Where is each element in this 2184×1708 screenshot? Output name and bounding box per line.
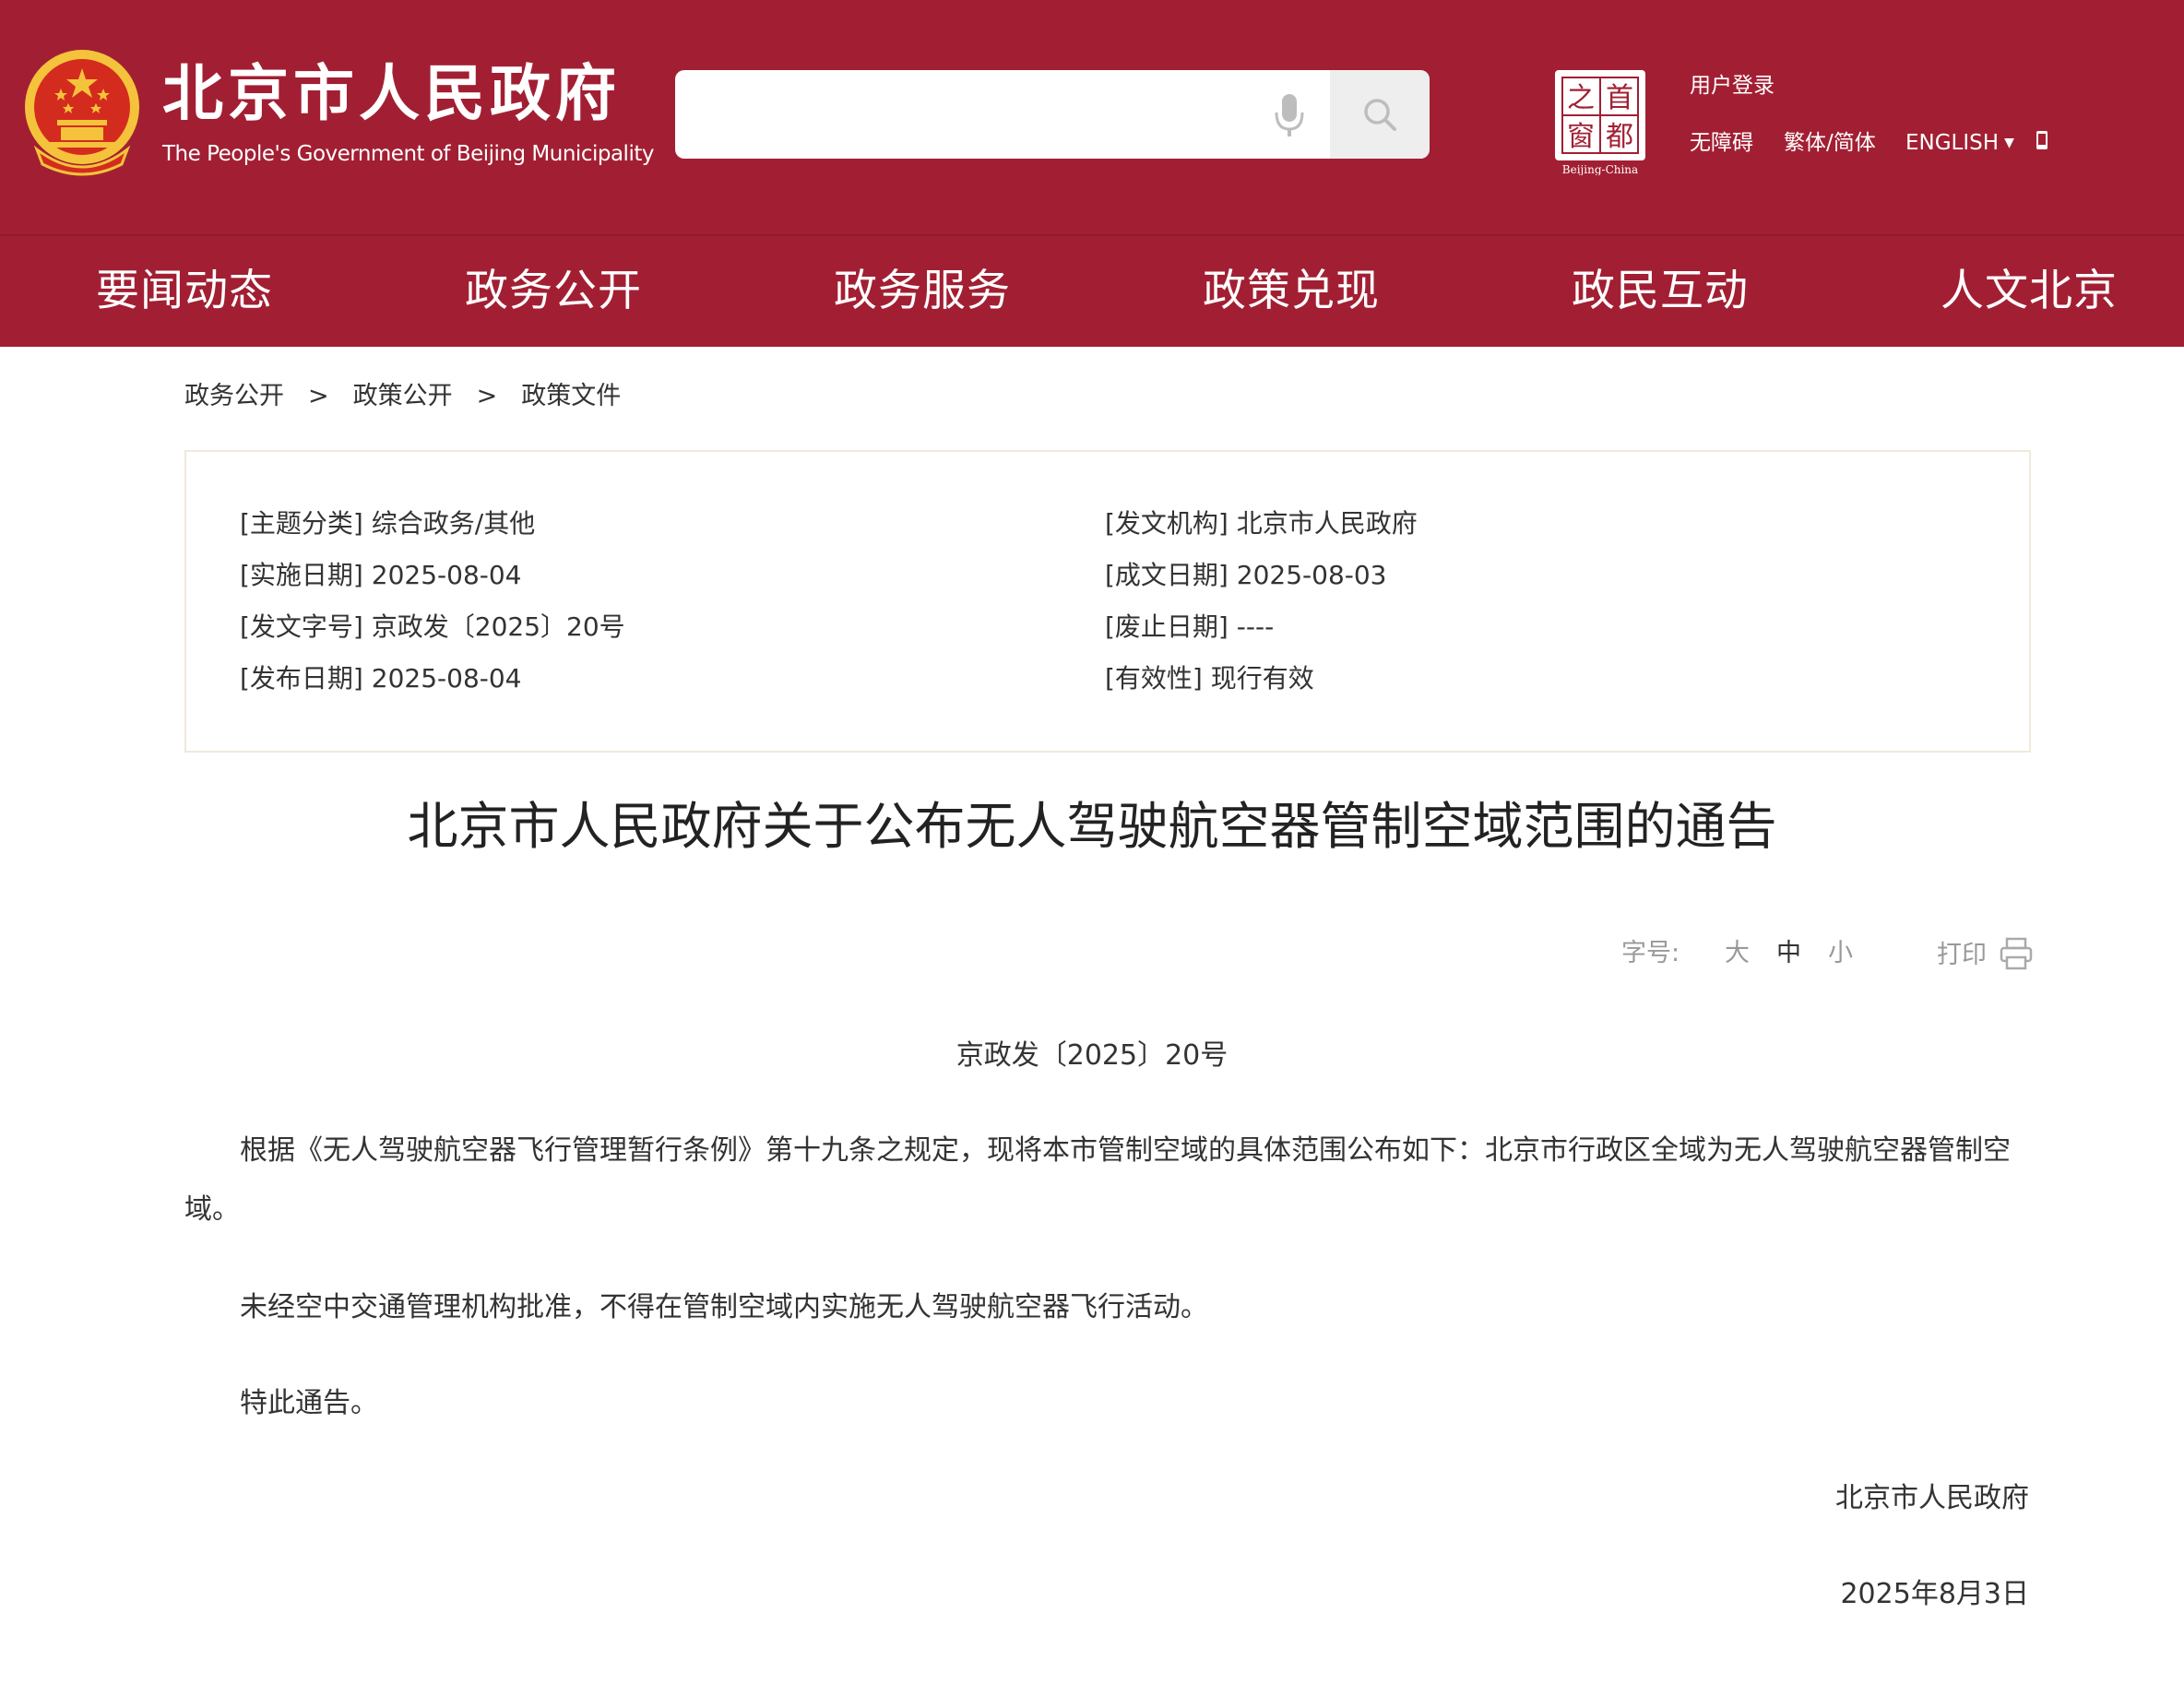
nav-item-culture[interactable]: 人文北京: [1941, 264, 2118, 319]
breadcrumb-separator: >: [308, 382, 329, 410]
logo-char: 都: [1606, 121, 1633, 153]
printer-icon: [2000, 937, 2032, 970]
document-number: 京政发〔2025〕20号: [956, 1039, 1228, 1072]
logo-char: 之: [1567, 82, 1595, 114]
site-subtitle: The People's Government of Beijing Munic…: [162, 142, 654, 166]
breadcrumb-separator: >: [476, 382, 498, 410]
print-button[interactable]: 打印: [1937, 937, 2034, 972]
english-label: ENGLISH: [1905, 131, 2000, 155]
document-date: 2025年8月3日: [1840, 1578, 2029, 1610]
font-size-label: 字号:: [1621, 939, 1680, 967]
accessibility-link[interactable]: 无障碍: [1690, 129, 1753, 157]
logo-char: 窗: [1567, 121, 1595, 153]
info-doc-number: [发文字号] 京政发〔2025〕20号: [240, 611, 625, 642]
font-size-medium[interactable]: 中: [1776, 937, 1801, 970]
document-paragraph: 特此通告。: [240, 1387, 378, 1419]
english-link[interactable]: ENGLISH ▼: [1905, 129, 2014, 157]
caret-down-icon: ▼: [2004, 136, 2014, 150]
document-title: 北京市人民政府关于公布无人驾驶航空器管制空域范围的通告: [407, 797, 1777, 856]
search-button[interactable]: [1330, 70, 1430, 159]
search-icon: [1364, 99, 1396, 131]
national-emblem-icon[interactable]: [20, 46, 144, 179]
info-validity: [有效性] 现行有效: [1105, 663, 1314, 694]
nav-item-policy[interactable]: 政策兑现: [1203, 264, 1380, 319]
breadcrumb-item[interactable]: 政策文件: [521, 382, 621, 410]
search-input[interactable]: [675, 70, 1265, 159]
site-header: 北京市人民政府 The People's Government of Beiji…: [0, 0, 2184, 234]
capital-window-logo[interactable]: 之 首 窗 都 Beijing-China: [1549, 68, 1653, 176]
info-expiry-date: [废止日期] ----: [1105, 611, 1275, 642]
main-nav: 要闻动态 政务公开 政务服务 政策兑现 政民互动 人文北京: [0, 234, 2184, 347]
logo-char: 首: [1606, 82, 1633, 114]
breadcrumb-item[interactable]: 政务公开: [184, 382, 284, 410]
nav-item-government-affairs[interactable]: 政务公开: [465, 264, 642, 319]
nav-item-news[interactable]: 要闻动态: [96, 264, 273, 319]
info-effective-date: [实施日期] 2025-08-04: [240, 560, 522, 590]
nav-item-services[interactable]: 政务服务: [834, 264, 1011, 319]
print-label: 打印: [1937, 941, 1987, 969]
nav-item-interaction[interactable]: 政民互动: [1572, 264, 1749, 319]
logo-caption: Beijing-China: [1562, 163, 1638, 175]
breadcrumb: 政务公开 > 政策公开 > 政策文件: [184, 380, 645, 413]
info-topic: [主题分类] 综合政务/其他: [240, 508, 536, 539]
font-size-small[interactable]: 小: [1828, 937, 1853, 970]
font-size-large[interactable]: 大: [1725, 937, 1750, 970]
info-written-date: [成文日期] 2025-08-03: [1105, 560, 1387, 590]
document-info-box: [主题分类] 综合政务/其他 [实施日期] 2025-08-04 [发文字号] …: [184, 450, 2031, 753]
mobile-icon[interactable]: [2035, 129, 2051, 153]
user-login-link[interactable]: 用户登录: [1690, 72, 1774, 100]
info-issuer: [发文机构] 北京市人民政府: [1105, 508, 1418, 539]
info-publish-date: [发布日期] 2025-08-04: [240, 663, 522, 694]
document-signature: 北京市人民政府: [1835, 1482, 2029, 1514]
site-title[interactable]: 北京市人民政府: [162, 57, 621, 131]
document-paragraph: 根据《无人驾驶航空器飞行管理暂行条例》第十九条之规定，现将本市管制空域的具体范围…: [184, 1134, 2011, 1226]
search-bar: [675, 70, 1430, 159]
breadcrumb-item[interactable]: 政策公开: [353, 382, 453, 410]
traditional-simplified-link[interactable]: 繁体/简体: [1784, 129, 1876, 157]
document-paragraph: 未经空中交通管理机构批准，不得在管制空域内实施无人驾驶航空器飞行活动。: [240, 1291, 1208, 1323]
microphone-icon[interactable]: [1269, 90, 1310, 140]
